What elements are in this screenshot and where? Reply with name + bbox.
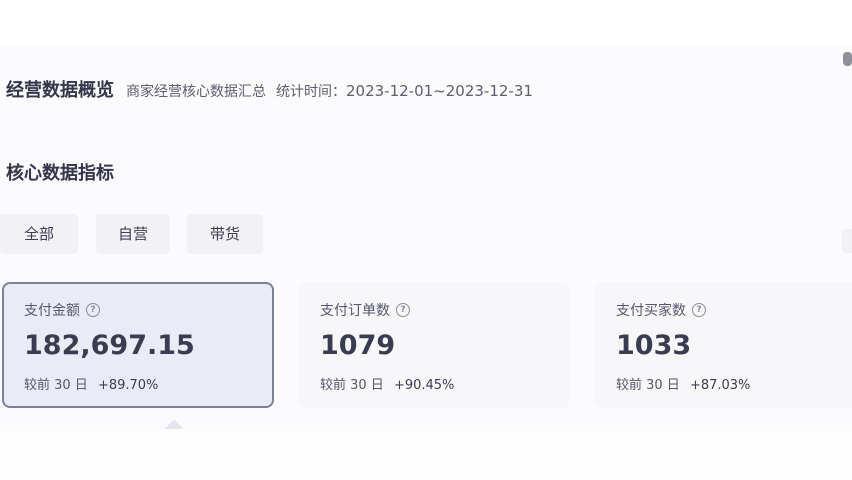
tab-self-operated[interactable]: 自营 <box>96 214 170 254</box>
change-percent: +89.70% <box>97 378 159 393</box>
metric-compare: 较前 30 日 +89.70% <box>24 374 158 393</box>
scroll-indicator[interactable] <box>843 52 852 66</box>
scroll-right-button[interactable] <box>842 229 852 253</box>
top-band <box>0 0 852 46</box>
metric-label-text: 支付订单数 <box>320 303 390 319</box>
metric-card-order-count[interactable]: 支付订单数 ? 1079 较前 30 日 +90.45% <box>298 282 570 408</box>
metric-label-text: 支付金额 <box>24 303 80 319</box>
metric-value: 1033 <box>616 330 692 361</box>
metric-compare: 较前 30 日 +87.03% <box>616 374 750 393</box>
time-label: 统计时间： <box>276 84 346 100</box>
metric-compare: 较前 30 日 +90.45% <box>320 374 454 393</box>
detail-panel <box>0 430 852 480</box>
time-range: 2023-12-01~2023-12-31 <box>346 82 533 100</box>
selected-card-pointer <box>164 420 184 429</box>
metric-value: 182,697.15 <box>24 330 195 361</box>
section-title: 核心数据指标 <box>6 163 114 184</box>
overview-header: 经营数据概览 商家经营核心数据汇总 统计时间： 2023-12-01~2023-… <box>6 76 533 102</box>
question-circle-icon[interactable]: ? <box>86 303 100 317</box>
metric-label: 支付金额 ? <box>24 300 100 320</box>
metric-label: 支付买家数 ? <box>616 300 706 320</box>
change-percent: +87.03% <box>689 378 751 393</box>
question-circle-icon[interactable]: ? <box>396 303 410 317</box>
page-subtitle: 商家经营核心数据汇总 <box>126 84 266 100</box>
metric-card-buyer-count[interactable]: 支付买家数 ? 1033 较前 30 日 +87.03% <box>594 282 852 408</box>
compare-label: 较前 30 日 <box>24 378 88 393</box>
tab-affiliate[interactable]: 带货 <box>187 214 263 254</box>
metric-value: 1079 <box>320 330 396 361</box>
question-circle-icon[interactable]: ? <box>692 303 706 317</box>
page: 经营数据概览 商家经营核心数据汇总 统计时间： 2023-12-01~2023-… <box>0 0 852 480</box>
compare-label: 较前 30 日 <box>320 378 384 393</box>
compare-label: 较前 30 日 <box>616 378 680 393</box>
tab-all[interactable]: 全部 <box>0 214 78 254</box>
content-area <box>0 46 852 480</box>
metric-label: 支付订单数 ? <box>320 300 410 320</box>
change-percent: +90.45% <box>393 378 455 393</box>
metric-label-text: 支付买家数 <box>616 303 686 319</box>
metric-card-payment-amount[interactable]: 支付金额 ? 182,697.15 较前 30 日 +89.70% <box>2 282 274 408</box>
page-title: 经营数据概览 <box>6 80 114 101</box>
